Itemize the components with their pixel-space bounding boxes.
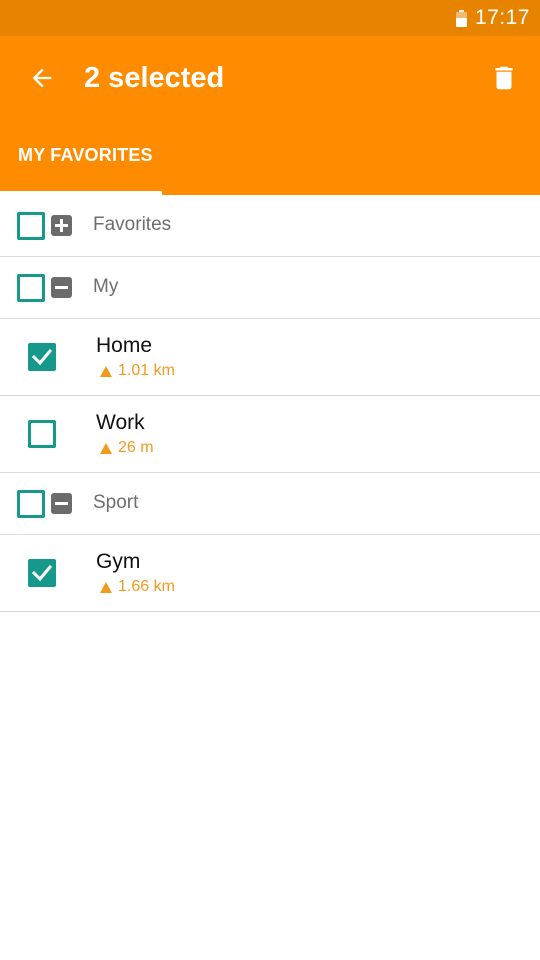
checkmark-icon: [32, 348, 52, 366]
checkmark-icon: [32, 564, 52, 582]
group-label: Favorites: [93, 214, 172, 235]
item-name: Work: [96, 411, 145, 434]
status-right: 17:17: [455, 0, 530, 36]
tab-label: MY FAVORITES: [18, 145, 153, 165]
group-checkbox[interactable]: [17, 490, 45, 518]
distance-value: 26 m: [118, 439, 154, 456]
status-bar: 17:17: [0, 0, 540, 36]
clock: 17:17: [474, 6, 530, 29]
expand-plus-icon[interactable]: [51, 215, 72, 236]
list-item-home[interactable]: Home 1.01 km: [0, 319, 540, 396]
list-item-gym[interactable]: Gym 1.66 km: [0, 535, 540, 612]
group-label: Sport: [93, 492, 139, 513]
delete-button[interactable]: [489, 62, 519, 94]
item-checkbox[interactable]: [28, 559, 56, 587]
item-checkbox[interactable]: [28, 343, 56, 371]
group-row-favorites[interactable]: Favorites: [0, 195, 540, 257]
item-distance: 1.66 km: [100, 578, 175, 596]
group-checkbox[interactable]: [17, 274, 45, 302]
distance-value: 1.01 km: [118, 362, 175, 379]
direction-arrow-icon: [100, 581, 112, 593]
item-distance: 1.01 km: [100, 362, 175, 380]
back-button[interactable]: [26, 62, 58, 94]
battery-icon: [455, 9, 467, 27]
group-row-my[interactable]: My: [0, 257, 540, 319]
arrow-left-icon: [32, 68, 52, 88]
direction-arrow-icon: [100, 365, 112, 377]
list-item-work[interactable]: Work 26 m: [0, 396, 540, 473]
tab-my-favorites[interactable]: MY FAVORITES: [0, 131, 162, 195]
group-checkbox[interactable]: [17, 212, 45, 240]
group-row-sport[interactable]: Sport: [0, 473, 540, 535]
page-title: 2 selected: [84, 62, 225, 94]
item-checkbox[interactable]: [28, 420, 56, 448]
item-name: Home: [96, 334, 153, 357]
collapse-minus-icon[interactable]: [51, 277, 72, 298]
trash-icon: [495, 66, 513, 90]
distance-value: 1.66 km: [118, 578, 175, 595]
collapse-minus-icon[interactable]: [51, 493, 72, 514]
item-name: Gym: [96, 550, 141, 573]
item-distance: 26 m: [100, 439, 154, 457]
direction-arrow-icon: [100, 442, 112, 454]
favorites-list: Favorites My Home 1.01 km Work 26 m Spor: [0, 195, 540, 612]
group-label: My: [93, 276, 119, 297]
app-bar: 2 selected MY FAVORITES: [0, 36, 540, 195]
